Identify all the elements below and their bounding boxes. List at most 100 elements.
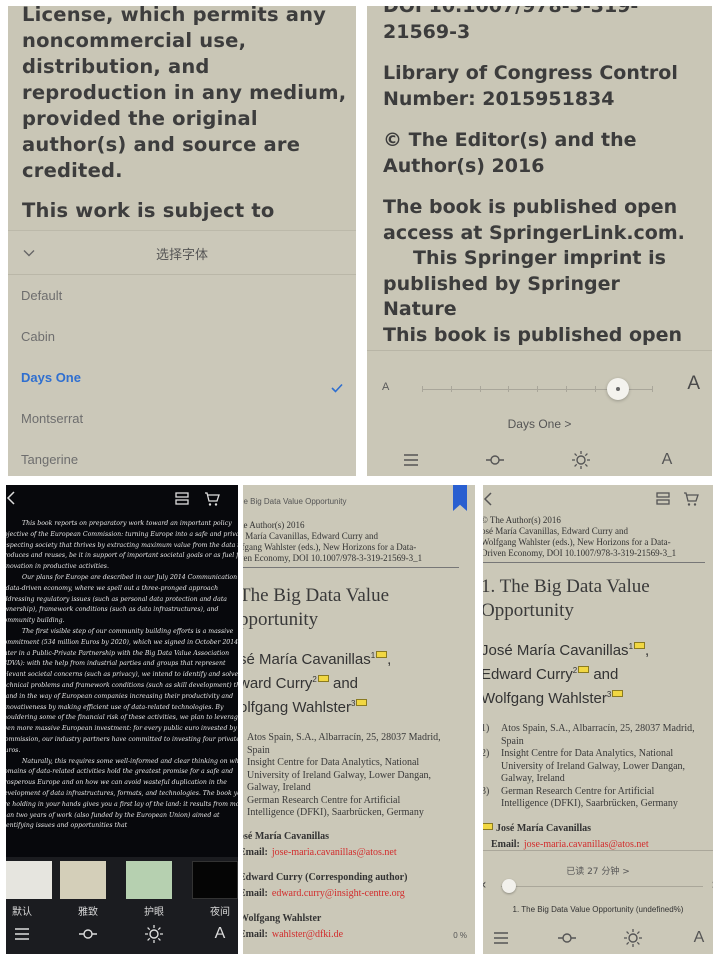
author-list: José María Cavanillas1, Edward Curry2 an…: [483, 642, 650, 707]
affiliation-line: Intelligence (DFKI), Saarbrücken, German…: [501, 798, 678, 809]
chapter-title-line: The Big Data Value: [243, 585, 390, 606]
font-option-days-one[interactable]: Days One: [8, 357, 356, 398]
reader-toolbar: A: [6, 922, 238, 954]
author-conjunction: and: [328, 675, 359, 692]
decrease-font-size-label[interactable]: A: [382, 381, 389, 393]
book-line: 21569-3: [383, 20, 471, 43]
envelope-icon[interactable]: [483, 822, 493, 830]
meta-line: Driven Economy, DOI 10.1007/978-3-319-21…: [483, 548, 677, 558]
contact-name: Wolfgang Wahlster: [243, 912, 322, 924]
back-icon[interactable]: [6, 490, 16, 510]
increase-font-size-label[interactable]: A: [687, 373, 700, 395]
envelope-icon[interactable]: [317, 675, 329, 682]
affiliation-line: Atos Spain, S.A., Albarracín, 25, 28037 …: [247, 732, 441, 743]
envelope-icon[interactable]: [634, 642, 646, 649]
font-sheet-title: 选择字体: [155, 248, 208, 263]
email-link[interactable]: edward.curry@insight-centre.org: [272, 888, 405, 899]
chapter-title-line: Opportunity: [483, 600, 574, 621]
progress-icon[interactable]: [485, 450, 505, 470]
progress-slider[interactable]: [501, 886, 703, 887]
theme-label: 护眼: [144, 907, 164, 918]
progress-slider-thumb[interactable]: [502, 879, 516, 893]
font-picker-panel: License, which permits any noncommercial…: [8, 6, 356, 476]
theme-label: 雅致: [78, 907, 98, 918]
book-line: The book is published open: [383, 196, 678, 218]
font-option-montserrat[interactable]: Montserrat: [8, 398, 356, 439]
back-icon[interactable]: [483, 491, 493, 511]
theme-swatch-default[interactable]: [6, 861, 52, 899]
brightness-icon[interactable]: [571, 450, 591, 470]
font-settings-button[interactable]: A: [689, 928, 709, 948]
email-label: Email:: [243, 928, 268, 940]
meta-line: Wolfgang Wahlster (eds.), New Horizons f…: [483, 537, 671, 547]
envelope-icon[interactable]: [376, 651, 388, 658]
author-name: José María Cavanillas: [483, 642, 629, 659]
slider-tick: [422, 386, 423, 392]
cart-icon[interactable]: [204, 491, 220, 511]
contents-icon[interactable]: [174, 491, 190, 511]
chapter-page: he Big Data Value Opportunity he Author(…: [243, 497, 471, 942]
font-option-label: Tangerine: [21, 452, 79, 467]
book-line: provided the original: [22, 107, 258, 130]
menu-icon[interactable]: [12, 924, 32, 944]
book-line: This book is published open: [383, 323, 683, 346]
affiliation-line: Galway, Ireland: [501, 773, 565, 784]
affiliation-line: German Research Centre for Artificial: [501, 785, 655, 797]
meta-line: osé María Cavanillas, Edward Curry and: [483, 526, 628, 536]
font-size-slider-thumb[interactable]: [606, 378, 629, 400]
theme-swatch-night[interactable]: [192, 861, 238, 899]
font-settings-button[interactable]: A: [210, 924, 230, 944]
contact-block: Wolfgang Wahlster Email: wahlster@dfki.d…: [243, 913, 471, 942]
cart-icon[interactable]: [683, 491, 699, 511]
contact-block: Edward Curry (Corresponding author) Emai…: [243, 872, 471, 901]
chapter-meta: © The Author(s) 2016 osé María Cavanilla…: [483, 515, 713, 563]
read-time-link[interactable]: 已读 27 分钟 >: [483, 864, 713, 877]
affiliations: Atos Spain, S.A., Albarracín, 25, 28037 …: [243, 732, 471, 820]
slider-tick: [479, 386, 481, 392]
book-line: This work is subject to: [22, 199, 275, 222]
affiliation-line: Galway, Ireland: [247, 782, 311, 793]
book-line: author(s) and source are: [22, 133, 301, 156]
menu-icon[interactable]: [401, 450, 421, 470]
affiliation-line: Atos Spain, S.A., Albarracín, 25, 28037 …: [501, 723, 695, 734]
font-option-tangerine[interactable]: Tangerine: [8, 439, 356, 476]
email-link[interactable]: jose-maria.cavanillas@atos.net: [272, 847, 397, 858]
envelope-icon[interactable]: [612, 690, 624, 697]
progress-icon[interactable]: [78, 924, 98, 944]
book-line: Library of Congress Control: [383, 62, 678, 84]
theme-swatch-eye-care[interactable]: [126, 861, 172, 899]
book-text: DOI 10.1007/978-3-319- 21569-3 Library o…: [383, 6, 708, 348]
email-link[interactable]: jose-maria.cavanillas@atos.net: [524, 839, 649, 850]
font-option-default[interactable]: Default: [8, 275, 356, 316]
affiliation-line: Insight Centre for Data Analytics, Natio…: [247, 757, 420, 768]
chapter-page: © The Author(s) 2016 osé María Cavanilla…: [483, 515, 713, 852]
font-option-cabin[interactable]: Cabin: [8, 316, 356, 357]
email-link[interactable]: wahlster@dfki.de: [272, 929, 343, 940]
progress-panel-view: © The Author(s) 2016 osé María Cavanilla…: [483, 485, 713, 954]
running-header: he Big Data Value Opportunity: [243, 497, 347, 506]
contents-icon[interactable]: [655, 491, 671, 511]
contact-block: osé María Cavanillas Email: jose-maria.c…: [243, 831, 471, 860]
progress-icon[interactable]: [557, 928, 577, 948]
brightness-icon[interactable]: [623, 928, 643, 948]
next-chapter-icon[interactable]: ›: [711, 877, 713, 893]
affiliation-line: Spain: [247, 744, 270, 756]
meta-line: he Author(s) 2016: [243, 520, 305, 530]
contact-name: José María Cavanillas: [496, 822, 591, 834]
author-name: Edward Curry: [483, 666, 573, 683]
book-line: License, which permits any: [22, 6, 327, 26]
checkmark-icon: [330, 370, 344, 393]
theme-swatch-elegant[interactable]: [60, 861, 106, 899]
book-paragraph: This book reports on preparatory work to…: [6, 520, 238, 571]
envelope-icon[interactable]: [578, 666, 590, 673]
contact-name: osé María Cavanillas: [243, 830, 329, 842]
brightness-icon[interactable]: [144, 924, 164, 944]
meta-line: é María Cavanillas, Edward Curry and: [243, 531, 378, 541]
menu-icon[interactable]: [491, 928, 511, 948]
previous-chapter-icon[interactable]: ‹: [483, 877, 487, 893]
chapter-title: 1. The Big Data Value Opportunity: [483, 575, 713, 623]
envelope-icon[interactable]: [356, 699, 368, 706]
current-font-link[interactable]: Days One >: [367, 417, 712, 431]
theme-selector: 默认 雅致 护眼 夜间 A: [6, 857, 238, 954]
font-settings-button[interactable]: A: [657, 450, 677, 470]
